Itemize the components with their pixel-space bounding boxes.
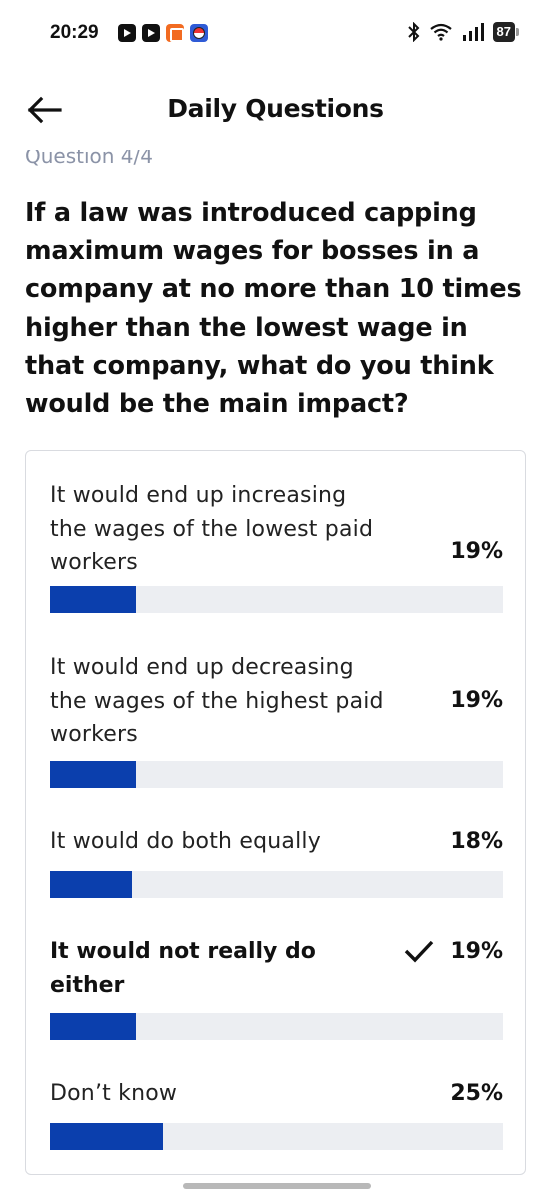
- status-time: 20:29: [50, 22, 99, 43]
- result-bar-fill: [50, 761, 137, 788]
- signal-icon: [462, 23, 484, 41]
- checkmark-icon: [404, 940, 434, 963]
- option-label: It would end up decreasing the wages of …: [50, 655, 384, 747]
- bluetooth-icon: [407, 22, 420, 42]
- result-bar-fill: [50, 586, 137, 613]
- home-indicator[interactable]: [183, 1183, 371, 1189]
- status-bar: 20:29 87: [0, 0, 551, 70]
- result-bar-fill: [50, 871, 132, 898]
- question-counter-text: Question 4/4: [25, 150, 153, 168]
- battery-icon: 87: [492, 22, 520, 42]
- option-label: It would not really do either: [50, 939, 316, 998]
- youtube-icon: [118, 24, 136, 42]
- option-percentage: 25%: [450, 1081, 503, 1106]
- system-icons: 87: [407, 22, 520, 42]
- question-text: If a law was introduced capping maximum …: [25, 198, 522, 420]
- option-percentage: 19%: [450, 688, 503, 713]
- result-bar: [50, 586, 503, 613]
- option-percentage: 19%: [450, 939, 503, 964]
- option-percentage: 19%: [450, 539, 503, 564]
- result-bar: [50, 871, 503, 898]
- result-bar-fill: [50, 1013, 137, 1040]
- orange-app-icon: [166, 24, 184, 42]
- youtube-icon: [142, 24, 160, 42]
- daily-questions-screen: 20:29 87 Daily Questions Question 4/4 If…: [0, 0, 551, 1200]
- option-label: Don’t know: [50, 1081, 178, 1106]
- question-counter: Question 4/4: [25, 150, 153, 170]
- page-title: Daily Questions: [167, 94, 384, 123]
- result-bar: [50, 1123, 503, 1150]
- notification-icons: [118, 24, 208, 42]
- app-header: Daily Questions: [0, 82, 551, 138]
- result-bar-fill: [50, 1123, 164, 1150]
- pokeball-app-icon: [190, 24, 208, 42]
- wifi-icon: [429, 23, 453, 41]
- result-bar: [50, 1013, 503, 1040]
- option-label: It would do both equally: [50, 829, 321, 854]
- result-bar: [50, 761, 503, 788]
- results-card: It would end up increasing the wages of …: [25, 450, 526, 1175]
- option-percentage: 18%: [450, 829, 503, 854]
- option-label: It would end up increasing the wages of …: [50, 483, 374, 575]
